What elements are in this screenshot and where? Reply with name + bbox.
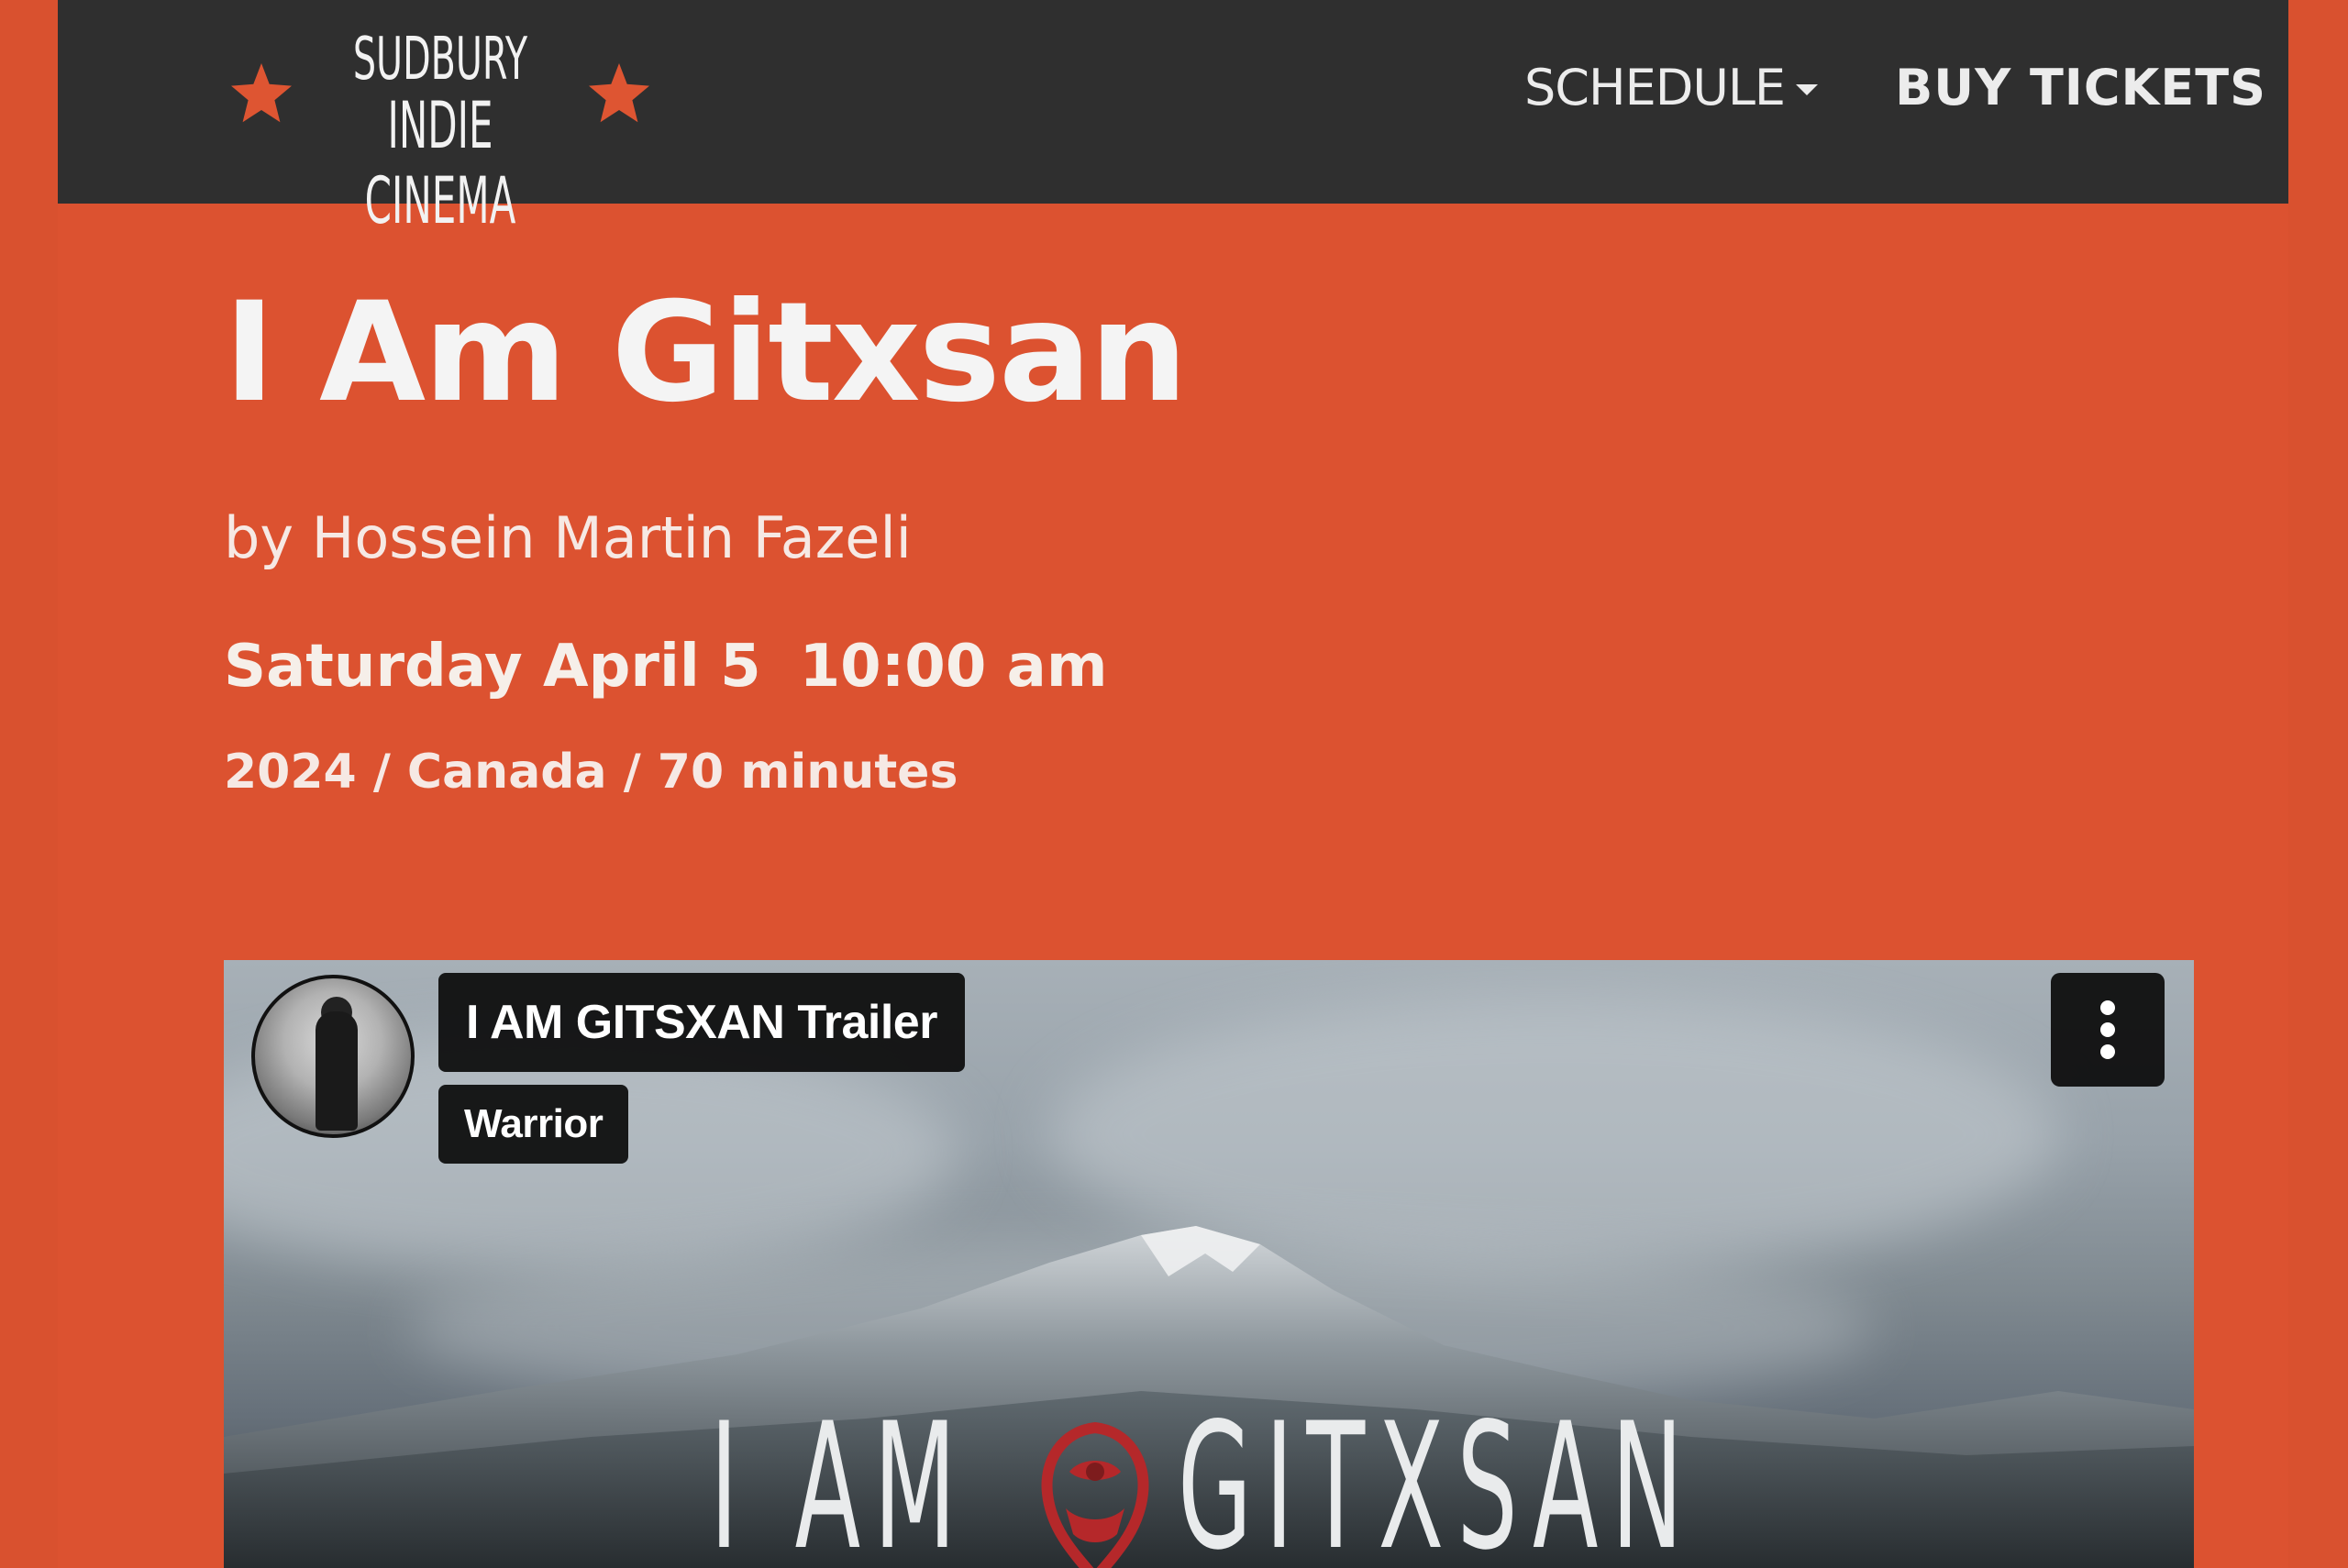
more-vertical-icon[interactable] xyxy=(2051,973,2165,1087)
showtime-day: Saturday April 5 xyxy=(224,633,761,701)
star-icon xyxy=(231,63,292,123)
site-logo[interactable]: SUDBURY INDIE CINEMA xyxy=(228,26,652,238)
nav-schedule-label: SCHEDULE xyxy=(1524,59,1786,116)
film-meta: 2024 / Canada / 70 minutes xyxy=(224,745,958,800)
caret-down-icon xyxy=(1796,83,1819,95)
film-title: I Am Gitxsan xyxy=(224,273,1188,433)
logo-line-2: INDIE CINEMA xyxy=(364,88,516,238)
poster-word-2: GITXSAN xyxy=(1178,1386,1697,1568)
logo-line-1: SUDBURY xyxy=(352,26,528,94)
trailer-video-embed[interactable]: I AM GITSXAN Trailer Warrior I AM GITXSA… xyxy=(224,960,2194,1568)
poster-title: I AM GITXSAN xyxy=(224,1400,2194,1568)
navbar: SUDBURY INDIE CINEMA SCHEDULE BUY TICKET… xyxy=(58,0,2288,238)
film-details: I Am Gitxsan by Hossein Martin Fazeli Sa… xyxy=(224,273,2196,800)
film-showtime: Saturday April 5 10:00 am xyxy=(224,633,1108,701)
video-channel-link[interactable]: Warrior xyxy=(438,1085,629,1164)
nav-links: SCHEDULE BUY TICKETS xyxy=(1524,59,2266,116)
nav-buy-tickets-link[interactable]: BUY TICKETS xyxy=(1895,59,2266,116)
nav-schedule-dropdown[interactable]: SCHEDULE xyxy=(1524,59,1819,116)
film-director: by Hossein Martin Fazeli xyxy=(224,504,912,571)
video-title-link[interactable]: I AM GITSXAN Trailer xyxy=(438,973,965,1072)
showtime-time: 10:00 am xyxy=(799,633,1108,701)
poster-word-1: I AM xyxy=(710,1386,969,1568)
formline-crest-icon xyxy=(1041,1421,1149,1568)
star-icon xyxy=(589,63,649,123)
nav-buy-tickets-label: BUY TICKETS xyxy=(1895,59,2266,116)
channel-avatar[interactable] xyxy=(251,975,415,1138)
